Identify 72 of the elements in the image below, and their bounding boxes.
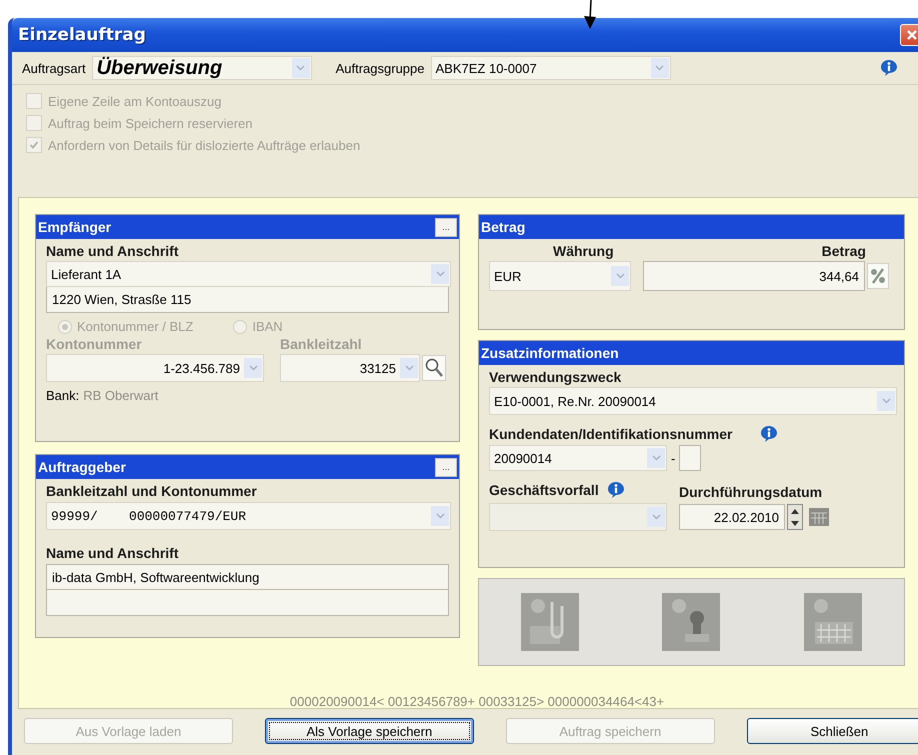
panel-title: Zusatzinformationen xyxy=(481,345,619,361)
info-icon xyxy=(880,59,898,77)
purpose-dropdown[interactable]: E10-0001, Re.Nr. 20090014 xyxy=(489,387,897,415)
field-label: Geschäftsvorfall xyxy=(489,482,599,498)
field-label: Bankleitzahl xyxy=(280,336,363,352)
chevron-down-icon xyxy=(652,514,660,520)
field-label: Auftragsart xyxy=(22,60,86,76)
checkbox-label: Auftrag beim Speichern reservieren xyxy=(48,116,252,130)
field-label: Betrag xyxy=(822,243,866,259)
search-icon xyxy=(425,358,443,378)
radio-label: Kontonummer / BLZ xyxy=(77,319,194,334)
field-label: Durchführungsdatum xyxy=(679,484,824,500)
panel-title: Auftraggeber xyxy=(38,459,126,475)
close-icon xyxy=(906,29,918,41)
order-type-dropdown[interactable]: Überweisung xyxy=(92,56,312,80)
date-spinner[interactable] xyxy=(787,504,803,530)
chevron-down-icon xyxy=(296,65,306,71)
field-label: Währung xyxy=(553,243,614,259)
field-label: Auftragsgruppe xyxy=(336,60,424,76)
checkmark-icon xyxy=(29,140,39,150)
business-case-dropdown[interactable] xyxy=(489,503,667,531)
chevron-down-icon xyxy=(436,513,444,519)
code-line: 000020090014< 00123456789+ 00033125> 000000034464<43+ xyxy=(290,694,664,709)
chevron-down-icon xyxy=(882,398,890,404)
more-button[interactable]: ... xyxy=(435,218,457,236)
bank-code-dropdown[interactable]: 33125 xyxy=(280,354,420,382)
chevron-down-icon xyxy=(248,365,258,371)
chevron-down-icon xyxy=(404,365,414,371)
checkbox-label: Eigene Zeile am Kontoauszug xyxy=(48,94,222,108)
field-label: Kundendaten/Identifikationsnummer xyxy=(489,426,732,442)
panel-title: Empfänger xyxy=(38,219,112,235)
info-icon xyxy=(760,425,778,443)
more-button[interactable]: ... xyxy=(435,458,457,476)
chevron-down-icon xyxy=(616,273,624,279)
order-group-dropdown[interactable]: ABK7EZ 10-0007 xyxy=(430,56,670,80)
field-label: Name und Anschrift xyxy=(46,545,180,561)
close-button[interactable] xyxy=(900,24,918,46)
chevron-down-icon xyxy=(436,271,444,277)
chevron-down-icon xyxy=(652,455,660,461)
panel-title: Betrag xyxy=(481,219,526,235)
calendar-icon[interactable] xyxy=(809,508,829,526)
field-label: Name und Anschrift xyxy=(46,243,180,259)
bank-label: Bank: xyxy=(46,388,80,403)
check-digit-field[interactable] xyxy=(679,445,702,471)
dialog-button[interactable]: Als Vorlage speichern xyxy=(264,718,474,744)
account-dropdown[interactable]: 99999/ 00000077479/EUR xyxy=(46,502,451,530)
date-field[interactable]: 22.02.2010 xyxy=(679,504,785,530)
window-title: Einzelauftrag xyxy=(18,25,146,45)
field-label: Bankleitzahl und Kontonummer xyxy=(46,483,258,499)
info-icon xyxy=(606,481,625,499)
arrow-icon xyxy=(583,0,597,30)
account-number-dropdown[interactable]: 1-23.456.789 xyxy=(46,354,264,382)
field-label: Kontonummer xyxy=(46,336,143,352)
chevron-down-icon xyxy=(655,65,664,71)
down-arrow-icon xyxy=(791,520,799,526)
customer-id-dropdown[interactable]: 20090014 xyxy=(489,445,667,471)
name-field[interactable] xyxy=(46,590,449,616)
currency-dropdown[interactable]: EUR xyxy=(489,261,631,291)
up-arrow-icon xyxy=(791,508,799,514)
percent-icon xyxy=(870,267,886,285)
dialog-button[interactable]: Schließen xyxy=(746,718,918,744)
separator-text: - xyxy=(671,450,676,466)
name-dropdown[interactable]: Lieferant 1A xyxy=(46,261,451,287)
name-field[interactable]: ib-data GmbH, Softwareentwicklung xyxy=(46,564,449,590)
amount-field[interactable]: 344,64 xyxy=(643,261,865,291)
checkbox-label: Anfordern von Details für dislozierte Aufträge erlauben xyxy=(48,138,360,152)
search-button[interactable] xyxy=(422,355,446,381)
bank-name: RB Oberwart xyxy=(83,388,158,403)
calculator-button[interactable] xyxy=(867,263,889,289)
radio-label: IBAN xyxy=(252,319,283,334)
field-label: Verwendungszweck xyxy=(489,369,622,385)
address-field[interactable]: 1220 Wien, Strasße 115 xyxy=(46,287,449,313)
